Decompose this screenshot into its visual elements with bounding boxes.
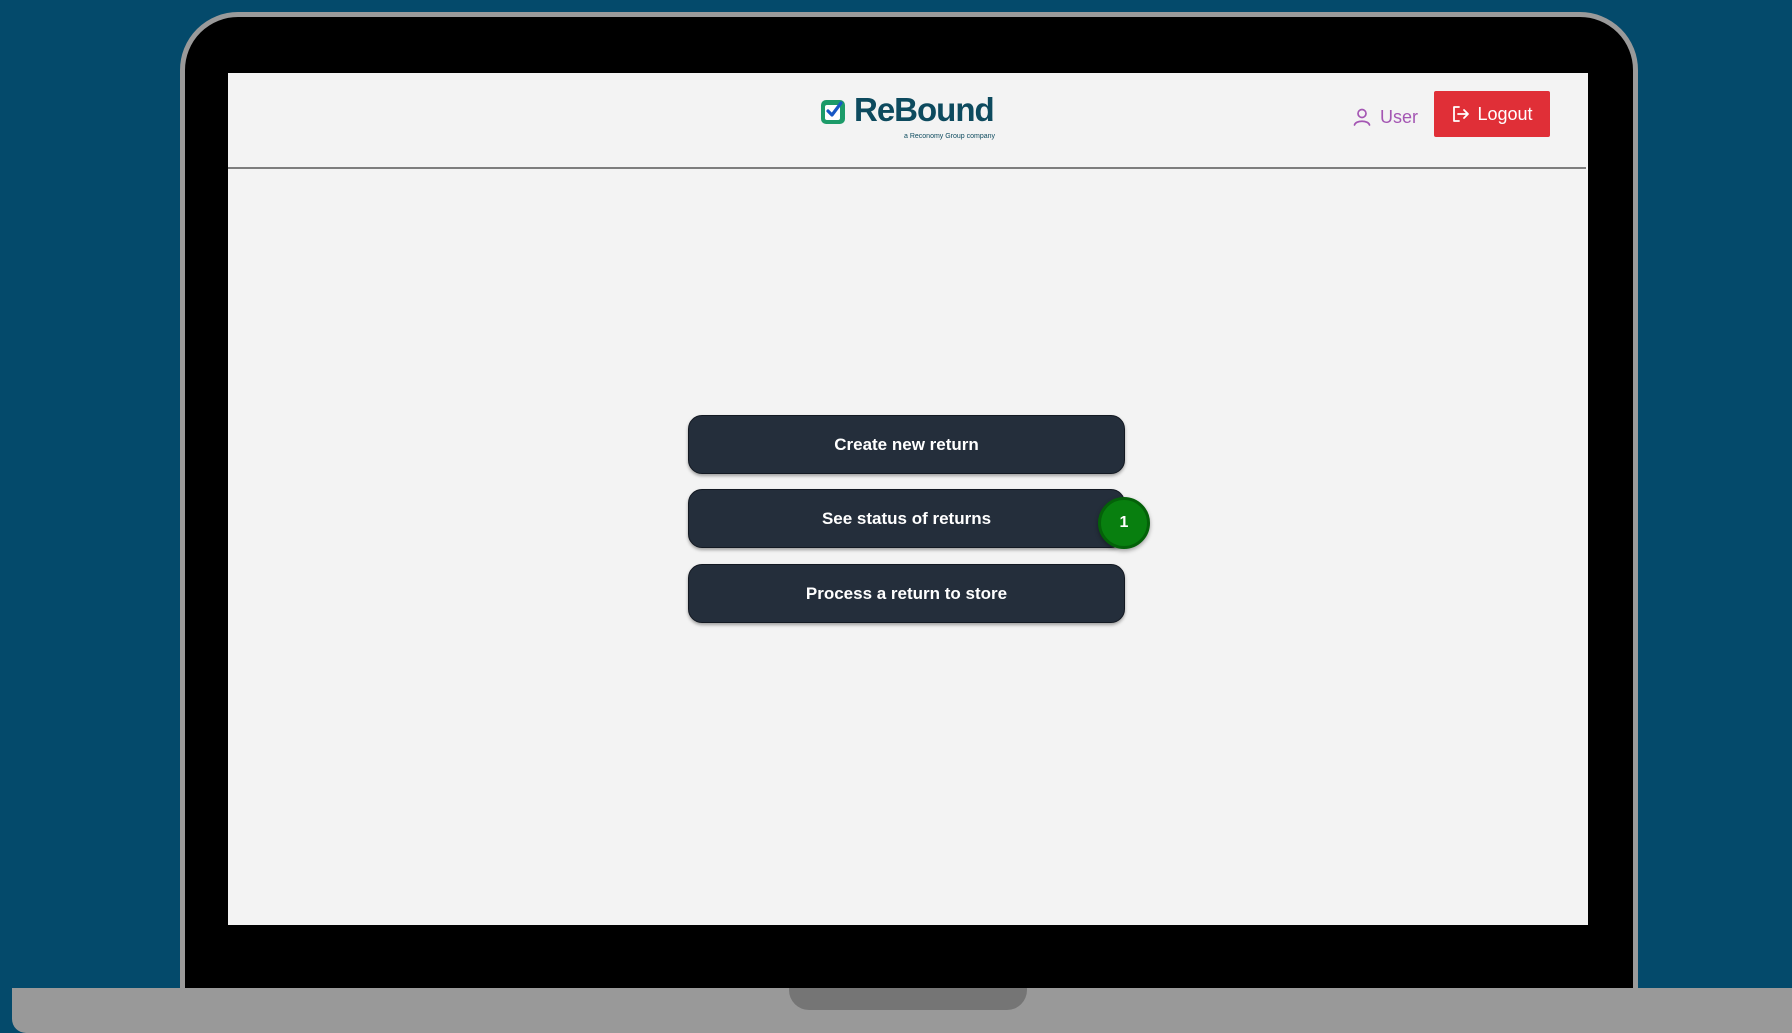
- user-icon: [1353, 108, 1371, 126]
- returns-count-badge: 1: [1098, 497, 1150, 549]
- logout-button[interactable]: Logout: [1434, 91, 1550, 137]
- user-menu-link[interactable]: User: [1352, 103, 1418, 131]
- create-new-return-button[interactable]: Create new return: [688, 415, 1125, 474]
- see-status-of-returns-button[interactable]: See status of returns: [688, 489, 1125, 548]
- brand-tagline: a Reconomy Group company: [904, 133, 996, 140]
- app-screen: ReBound a Reconomy Group company User Lo…: [228, 73, 1588, 925]
- brand-name: ReBound: [854, 91, 995, 128]
- laptop-notch: [789, 988, 1027, 1010]
- logout-label: Logout: [1477, 103, 1533, 124]
- rebound-logo-mark: [821, 100, 845, 124]
- brand-logo[interactable]: ReBound a Reconomy Group company: [819, 91, 999, 145]
- logout-icon: [1453, 106, 1470, 122]
- user-label: User: [1380, 106, 1419, 127]
- app-header: ReBound a Reconomy Group company User Lo…: [228, 73, 1586, 169]
- process-return-to-store-button[interactable]: Process a return to store: [688, 564, 1125, 623]
